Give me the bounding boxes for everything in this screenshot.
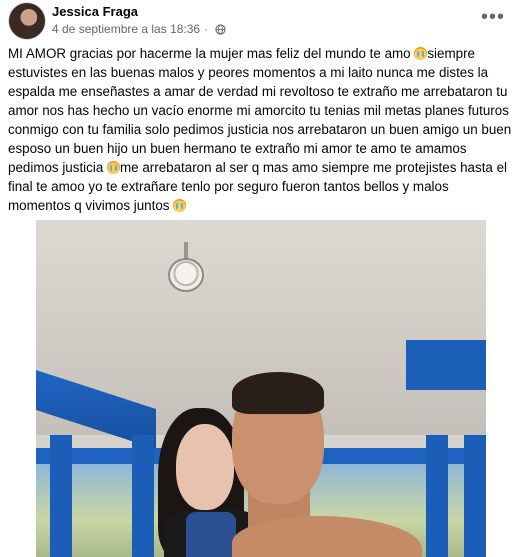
crying-face-icon [414,47,428,60]
post-text-part-1: MI AMOR gracias por hacerme la mujer mas… [8,46,415,61]
photo-pillar [426,435,448,557]
post-meta: 4 de septiembre a las 18:36 · [52,22,226,36]
globe-icon[interactable] [215,23,226,35]
post-text: MI AMOR gracias por hacerme la mujer mas… [8,44,513,215]
crying-face-icon [173,199,187,212]
post-header: Jessica Fraga 4 de septiembre a las 18:3… [0,0,521,40]
photo-pillar [50,435,72,557]
photo-pillar [464,435,486,557]
more-options-button[interactable]: ••• [479,6,507,28]
photo-person-man-hair [232,372,324,414]
more-options-icon: ••• [480,6,505,28]
post-text-part-2: siempre estuvistes en las buenas malos y… [8,46,512,175]
author-avatar[interactable] [8,2,46,40]
post-card: Jessica Fraga 4 de septiembre a las 18:3… [0,0,521,557]
photo-person-woman-face [176,424,234,510]
crying-face-icon [107,161,120,174]
author-name[interactable]: Jessica Fraga [52,4,138,19]
meta-separator: · [204,22,209,36]
photo-person-woman-strap [186,512,236,557]
photo-beam-right [406,340,486,390]
post-photo[interactable] [36,220,486,557]
post-timestamp[interactable]: 4 de septiembre a las 18:36 [52,22,200,36]
ceiling-lamp [166,242,206,294]
photo-pillar [132,435,154,557]
